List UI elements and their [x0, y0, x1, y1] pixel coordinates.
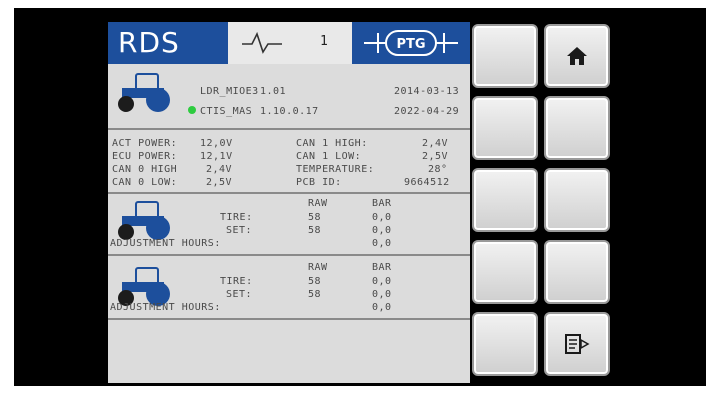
meas-label: PCB ID:: [296, 177, 342, 188]
tire-raw: 58: [308, 212, 322, 223]
softkey-4[interactable]: [544, 96, 610, 160]
header-bar: RDS 1 PTG: [108, 22, 470, 64]
home-button[interactable]: [544, 24, 610, 88]
status-dot: [188, 106, 196, 114]
softkey-7[interactable]: [472, 240, 538, 304]
meas-value: 2,5V: [206, 177, 233, 188]
meas-value: 12,0V: [200, 138, 233, 149]
logo-text: PTG: [396, 37, 425, 52]
softkey-1[interactable]: [472, 24, 538, 88]
adjustment-hours-label: ADJUSTMENT HOURS:: [110, 238, 221, 249]
softkey-6[interactable]: [544, 168, 610, 232]
meas-label: CAN 1 LOW:: [296, 151, 362, 162]
meas-label: ACT POWER:: [112, 138, 178, 149]
app-title: RDS: [108, 22, 228, 64]
ptg-logo-icon: PTG: [364, 30, 458, 56]
meas-label: CAN 0 LOW:: [112, 177, 178, 188]
set-label: SET:: [226, 289, 253, 300]
set-raw: 58: [308, 225, 322, 236]
brand-logo-area: PTG: [352, 22, 470, 64]
meas-label: CAN 1 HIGH:: [296, 138, 368, 149]
set-bar: 0,0: [372, 289, 392, 300]
softkey-9[interactable]: [472, 312, 538, 376]
column-bar: BAR: [372, 262, 392, 273]
adjustment-hours-value: 0,0: [372, 238, 392, 249]
divider: [108, 318, 470, 320]
page-number: 1: [320, 34, 328, 49]
tractor-icon: [118, 73, 170, 112]
exit-icon: [565, 334, 590, 354]
waveform-icon: [242, 31, 282, 54]
tire-raw: 58: [308, 276, 322, 287]
meas-value: 28°: [428, 164, 448, 175]
device-name-1: LDR_MIOE3: [200, 86, 259, 97]
meas-value: 9664512: [404, 177, 450, 188]
divider: [108, 192, 470, 194]
tire-bar: 0,0: [372, 212, 392, 223]
adjustment-hours-value: 0,0: [372, 302, 392, 313]
meas-value: 2,5V: [422, 151, 449, 162]
meas-value: 2,4V: [422, 138, 449, 149]
signal-status: 1: [228, 22, 352, 64]
device-version-1: 1.01: [260, 86, 287, 97]
adjustment-hours-label: ADJUSTMENT HOURS:: [110, 302, 221, 313]
softkey-3[interactable]: [472, 96, 538, 160]
divider: [108, 128, 470, 130]
meas-label: ECU POWER:: [112, 151, 178, 162]
meas-label: TEMPERATURE:: [296, 164, 375, 175]
set-raw: 58: [308, 289, 322, 300]
set-label: SET:: [226, 225, 253, 236]
column-raw: RAW: [308, 262, 328, 273]
divider: [108, 254, 470, 256]
device-date-1: 2014-03-13: [394, 86, 460, 97]
column-raw: RAW: [308, 198, 328, 209]
display-screen: RDS 1 PTG LDR_MIOE3 1.01 2014-03-13 CTIS…: [108, 22, 470, 383]
meas-value: 2,4V: [206, 164, 233, 175]
tractor-icon: [118, 201, 170, 240]
softkey-5[interactable]: [472, 168, 538, 232]
device-date-2: 2022-04-29: [394, 106, 460, 117]
tire-bar: 0,0: [372, 276, 392, 287]
meas-value: 12,1V: [200, 151, 233, 162]
device-name-2: CTIS_MAS: [200, 106, 253, 117]
device-version-2: 1.10.0.17: [260, 106, 319, 117]
tire-label: TIRE:: [220, 212, 253, 223]
meas-label: CAN 0 HIGH: [112, 164, 178, 175]
column-bar: BAR: [372, 198, 392, 209]
tire-label: TIRE:: [220, 276, 253, 287]
set-bar: 0,0: [372, 225, 392, 236]
home-icon: [567, 47, 587, 65]
softkey-8[interactable]: [544, 240, 610, 304]
exit-button[interactable]: [544, 312, 610, 376]
